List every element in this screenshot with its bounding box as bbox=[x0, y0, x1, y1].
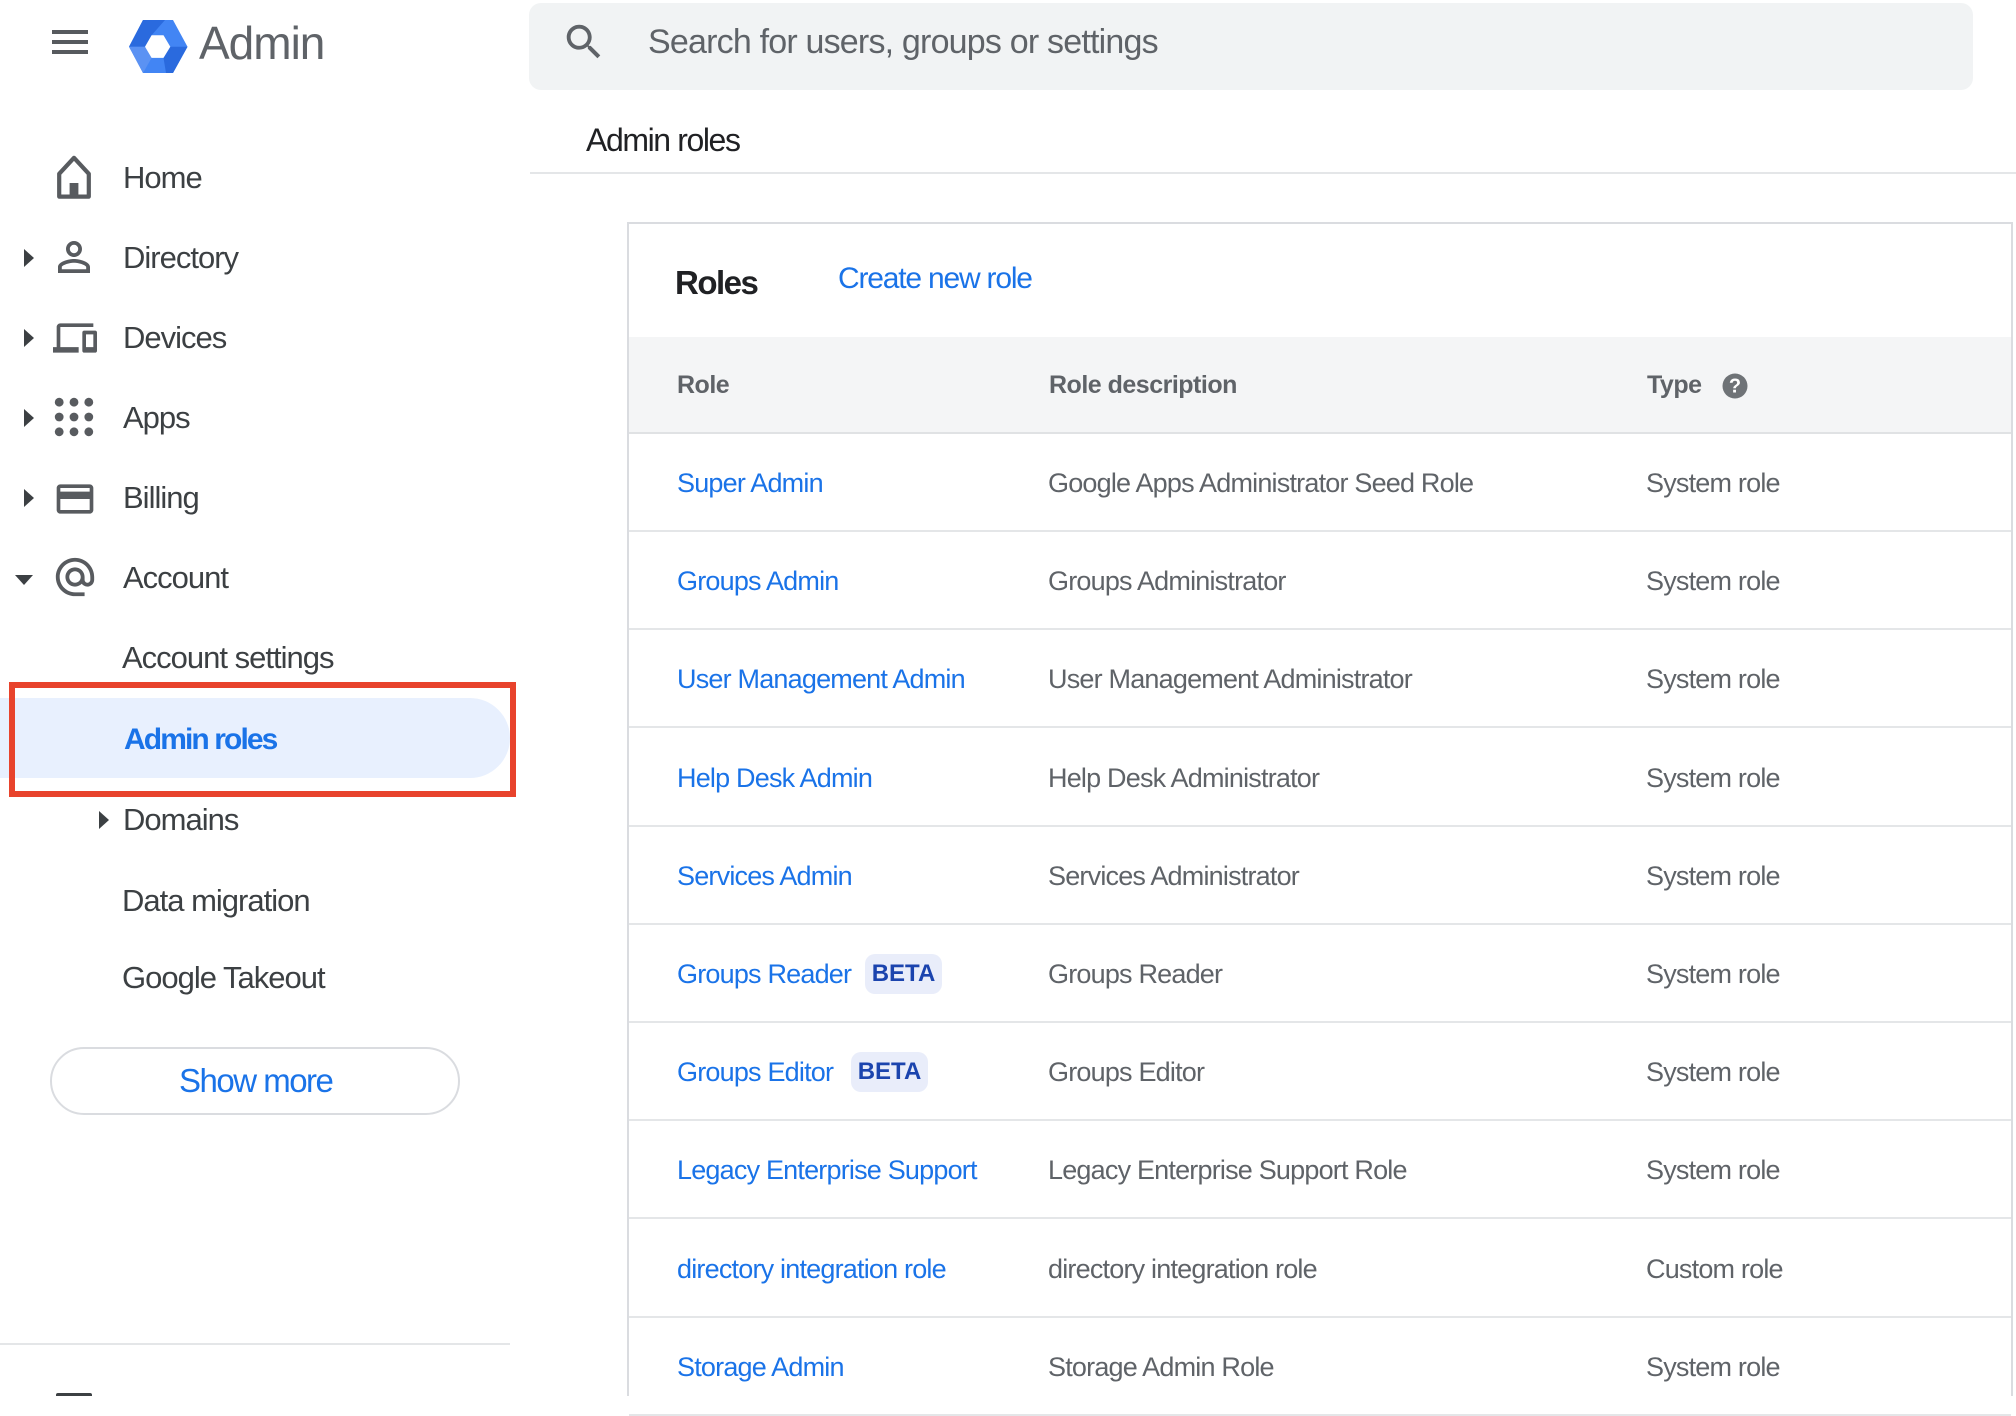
svg-text:?: ? bbox=[1729, 376, 1741, 398]
